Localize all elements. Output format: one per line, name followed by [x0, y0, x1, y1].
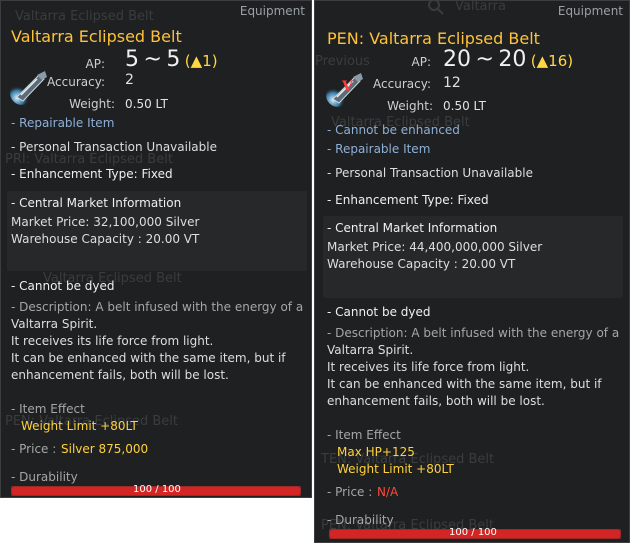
item-effect: Weight Limit +80LT [21, 419, 138, 433]
accuracy-value: 2 [125, 72, 134, 88]
repairable-status: - Repairable Item [327, 142, 431, 156]
durability-text: 100 / 100 [449, 527, 497, 538]
durability-text: 100 / 100 [133, 484, 181, 495]
ap-diff: (▲1) [184, 52, 218, 70]
accuracy-label: Accuracy: [373, 77, 431, 91]
item-tooltip-right: Valtarra Previous Valtarra Eclipsed Belt… [314, 0, 630, 543]
item-category: Equipment [557, 4, 623, 18]
description-line: - Description: A belt infused with the e… [327, 326, 620, 340]
ap-max: 5 [166, 47, 181, 72]
description-line: - Description: A belt infused with the e… [11, 300, 304, 314]
weight-label: Weight: [387, 99, 433, 113]
market-header: - Central Market Information [327, 221, 498, 235]
accuracy-label: Accuracy: [47, 75, 105, 89]
ap-value: 20 ~ 20 (▲16) [443, 47, 573, 72]
dye-status: - Cannot be dyed [11, 279, 115, 293]
market-price: Market Price: 32,100,000 Silver [11, 215, 200, 229]
price-label: - Price : [11, 442, 57, 456]
warehouse-capacity: Warehouse Capacity : 20.00 VT [327, 257, 516, 271]
description-line: Valtarra Spirit. [327, 343, 414, 357]
price-value: Silver 875,000 [61, 442, 149, 456]
price-value: N/A [377, 485, 399, 499]
belt-item-icon: V [325, 69, 365, 109]
ap-tilde: ~ [475, 47, 494, 72]
description-line: It can be enhanced with the same item, b… [11, 351, 286, 365]
description-line: enhancement fails, both will be lost. [327, 394, 545, 408]
ap-min: 5 [125, 47, 139, 72]
description-line: enhancement fails, both will be lost. [11, 368, 229, 382]
ap-label: AP: [411, 55, 432, 69]
description-line: It receives its life force from light. [11, 334, 214, 348]
transaction-status: - Personal Transaction Unavailable [327, 166, 533, 180]
ghost-text: PRI: Valtarra Eclipsed Belt [5, 152, 173, 167]
ap-diff: (▲16) [530, 52, 574, 70]
ap-min: 20 [443, 47, 471, 72]
item-title: PEN: Valtarra Eclipsed Belt [327, 29, 540, 48]
enhancement-type: - Enhancement Type: Fixed [11, 167, 173, 181]
weight-value: 0.50 LT [443, 99, 486, 113]
item-category: Equipment [239, 4, 305, 18]
item-effect: Weight Limit +80LT [337, 462, 454, 476]
item-title: Valtarra Eclipsed Belt [11, 27, 182, 46]
item-tooltip-left: Valtarra Eclipsed Belt PRI: Valtarra Ecl… [0, 0, 312, 498]
market-header: - Central Market Information [11, 196, 182, 210]
durability-label: - Durability [327, 513, 394, 527]
ghost-text: Valtarra Eclipsed Belt [15, 9, 154, 24]
description-line: It receives its life force from light. [327, 360, 530, 374]
weight-label: Weight: [69, 97, 115, 111]
market-price: Market Price: 44,400,000,000 Silver [327, 240, 543, 254]
ghost-text: Valtarra [455, 0, 506, 14]
item-effect-header: - Item Effect [327, 428, 401, 442]
price-label: - Price : [327, 485, 373, 499]
item-effect-header: - Item Effect [11, 402, 85, 416]
ap-max: 20 [498, 47, 527, 72]
ap-value: 5 ~ 5 (▲1) [125, 47, 218, 72]
svg-text:V: V [341, 79, 354, 95]
dye-status: - Cannot be dyed [327, 305, 431, 319]
ap-tilde: ~ [143, 47, 162, 72]
search-icon [427, 1, 445, 20]
enhancement-type: - Enhancement Type: Fixed [327, 193, 489, 207]
enhance-status: - Cannot be enhanced [327, 123, 460, 137]
accuracy-value: 12 [443, 75, 461, 91]
weight-value: 0.50 LT [125, 97, 168, 111]
durability-label: - Durability [11, 470, 78, 484]
repairable-status: - Repairable Item [11, 116, 115, 130]
description-line: Valtarra Spirit. [11, 317, 98, 331]
item-effect: Max HP+125 [337, 445, 415, 459]
warehouse-capacity: Warehouse Capacity : 20.00 VT [11, 232, 200, 246]
transaction-status: - Personal Transaction Unavailable [11, 140, 217, 154]
description-line: It can be enhanced with the same item, b… [327, 377, 602, 391]
ap-label: AP: [85, 57, 106, 71]
